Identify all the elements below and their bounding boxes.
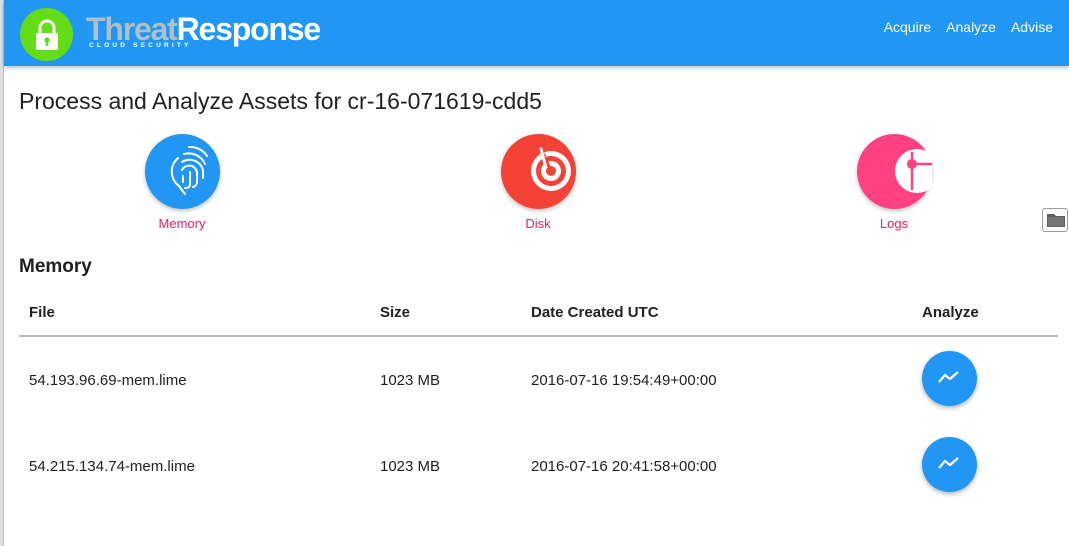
asset-type-disk[interactable]: Disk <box>478 134 598 231</box>
brand-subtitle: CLOUD SECURITY <box>89 42 192 49</box>
table-row: 54.193.96.69-mem.lime 1023 MB 2016-07-16… <box>19 336 1058 423</box>
folder-icon <box>1047 214 1065 227</box>
analyze-chart-icon <box>938 370 959 383</box>
table-row: 54.215.134.74-mem.lime 1023 MB 2016-07-1… <box>19 423 1058 510</box>
logo[interactable] <box>20 8 73 61</box>
analyze-chart-icon <box>938 457 959 469</box>
nav-analyze[interactable]: Analyze <box>946 19 996 35</box>
file-cell: 54.215.134.74-mem.lime <box>29 458 195 475</box>
analyze-button[interactable] <box>922 350 977 406</box>
disk-icon <box>530 147 571 191</box>
nav-advise[interactable]: Advise <box>1011 19 1053 35</box>
asset-type-logs[interactable]: Logs <box>834 134 954 231</box>
analyze-cell <box>912 423 1058 510</box>
logs-icon <box>894 149 932 193</box>
column-header-date: Date Created UTC <box>521 290 912 337</box>
memory-label: Memory <box>158 216 206 231</box>
logs-button[interactable] <box>856 134 932 209</box>
page-title: Process and Analyze Assets for cr-16-071… <box>19 88 542 114</box>
lock-icon <box>36 19 58 50</box>
memory-button[interactable] <box>144 134 220 209</box>
file-cell: 54.193.96.69-mem.lime <box>29 371 187 389</box>
folder-button[interactable] <box>1042 208 1068 232</box>
main-nav: Acquire Analyze Advise <box>884 19 1053 35</box>
asset-type-memory[interactable]: Memory <box>122 134 242 231</box>
disk-button[interactable] <box>500 134 576 209</box>
disk-label: Disk <box>525 216 551 231</box>
column-header-analyze: Analyze <box>912 290 1058 337</box>
brand-name-part2: Response <box>176 11 322 47</box>
column-header-size: Size <box>370 290 521 337</box>
table-header-row: File Size Date Created UTC Analyze <box>19 290 1058 337</box>
date-cell: 2016-07-16 20:41:58+00:00 <box>531 458 717 475</box>
date-cell: 2016-07-16 19:54:49+00:00 <box>531 371 717 389</box>
memory-table: File Size Date Created UTC Analyze 54.19… <box>19 290 1058 510</box>
size-cell: 1023 MB <box>380 458 441 475</box>
top-app-bar: ThreatResponse CLOUD SECURITY Acquire An… <box>4 0 1069 66</box>
size-cell: 1023 MB <box>380 371 441 389</box>
brand-wordmark[interactable]: ThreatResponse CLOUD SECURITY <box>86 11 322 52</box>
fingerprint-icon <box>170 145 208 195</box>
analyze-cell <box>912 336 1058 423</box>
nav-acquire[interactable]: Acquire <box>884 19 931 35</box>
analyze-button[interactable] <box>922 437 977 492</box>
logs-label: Logs <box>879 216 909 231</box>
column-header-file: File <box>19 290 370 337</box>
section-title-memory: Memory <box>19 256 92 277</box>
